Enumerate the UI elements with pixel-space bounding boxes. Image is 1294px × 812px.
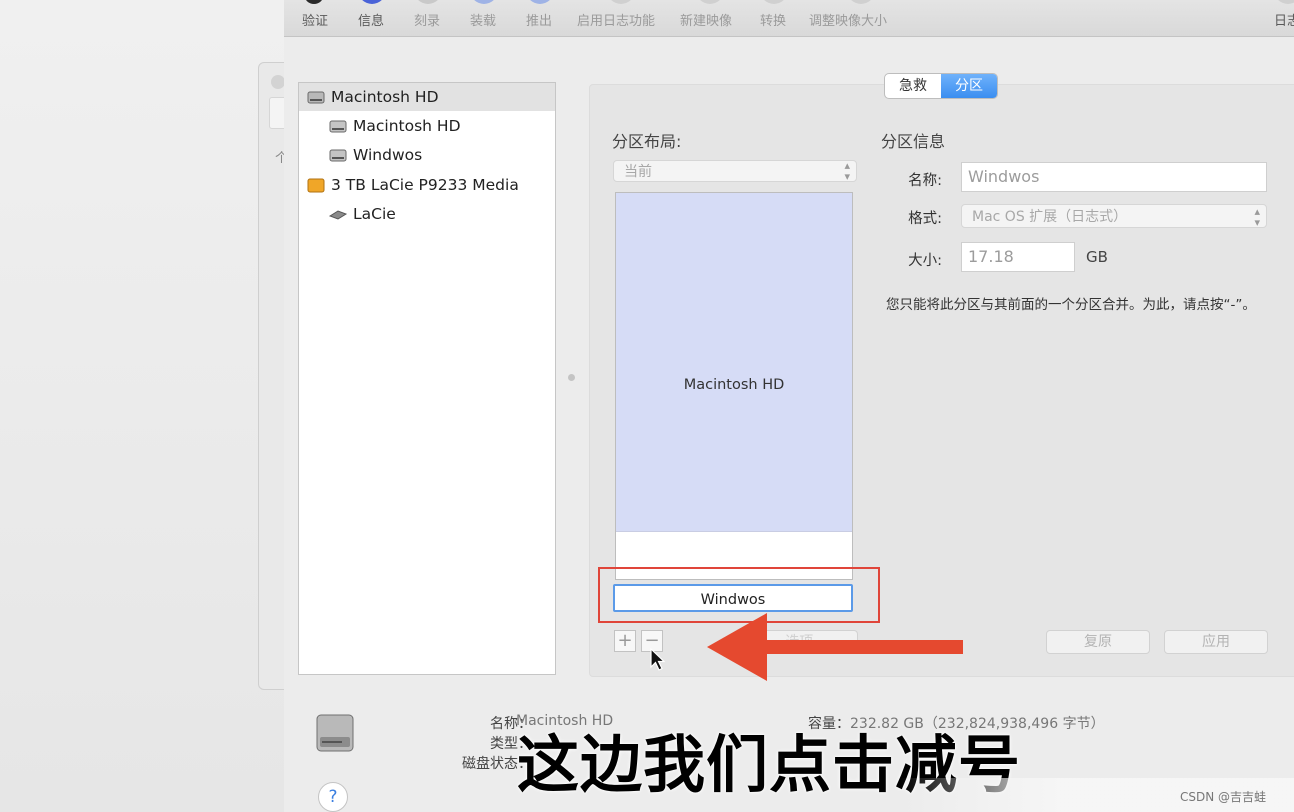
- disk-utility-window: 验证 信息 刻录 装载 推出 启用日志功能 新建映像 转换 调整映像大小 日志 …: [284, 0, 1294, 812]
- desktop-background: [0, 0, 284, 812]
- popup-arrows-icon: ▴ ▾: [1254, 205, 1260, 229]
- format-label: 格式:: [908, 211, 942, 227]
- split-view-handle[interactable]: [568, 374, 575, 381]
- partition-help-text: 您只能将此分区与其前面的一个分区合并。为此，请点按“-”。: [886, 297, 1256, 313]
- partition-layout-title: 分区布局:: [612, 132, 682, 151]
- journal-icon: [607, 0, 635, 4]
- toolbar: 验证 信息 刻录 装载 推出 启用日志功能 新建映像 转换 调整映像大小 日志: [284, 0, 1294, 37]
- sidebar-item-label: Windwos: [353, 146, 423, 164]
- mount-icon: [470, 0, 498, 4]
- popup-arrows-icon: ▴ ▾: [844, 159, 850, 183]
- sidebar-item-lacie-disk[interactable]: 3 TB LaCie P9233 Media: [299, 171, 555, 199]
- resize-image-icon: [847, 0, 875, 4]
- tab-bar: 急救 分区: [884, 73, 998, 99]
- sidebar-item-label: LaCie: [353, 205, 396, 223]
- sidebar-item-lacie-volume[interactable]: LaCie: [299, 200, 555, 228]
- external-volume-icon: [329, 210, 347, 220]
- mouse-cursor-icon: [650, 648, 666, 671]
- tab-first-aid[interactable]: 急救: [885, 74, 941, 98]
- burn-icon: [414, 0, 442, 4]
- size-unit: GB: [1086, 248, 1108, 266]
- size-label: 大小:: [908, 253, 942, 269]
- name-label: 名称:: [908, 173, 942, 189]
- add-partition-button[interactable]: +: [614, 630, 636, 652]
- tab-partition[interactable]: 分区: [941, 74, 997, 98]
- sidebar-item-windwos[interactable]: Windwos: [299, 141, 555, 169]
- toolbar-label: 日志: [1274, 14, 1294, 29]
- toolbar-label: 装载: [470, 14, 497, 29]
- info-icon: [358, 0, 386, 4]
- sidebar-item-label: Macintosh HD: [353, 117, 461, 135]
- toolbar-label: 刻录: [414, 14, 441, 29]
- red-arrow-head: [707, 613, 767, 681]
- hard-drive-icon: [316, 714, 354, 752]
- partition-size-field[interactable]: 17.18: [961, 242, 1075, 272]
- partition-block-macintosh-hd[interactable]: Macintosh HD: [616, 193, 852, 532]
- partition-info-title: 分区信息: [881, 132, 946, 151]
- convert-icon: [760, 0, 788, 4]
- toolbar-label: 调整映像大小: [809, 14, 888, 29]
- toolbar-label: 新建映像: [680, 14, 733, 29]
- watermark: CSDN @吉吉蛙: [1180, 790, 1267, 804]
- toolbar-label: 推出: [526, 14, 553, 29]
- external-disk-icon: [307, 178, 325, 193]
- partition-scheme-value: 当前: [624, 164, 652, 180]
- toolbar-label: 验证: [302, 14, 329, 29]
- partition-map: Macintosh HD: [615, 192, 853, 580]
- sidebar-item-macintosh-hd-volume[interactable]: Macintosh HD: [299, 112, 555, 140]
- volume-icon: [329, 120, 347, 133]
- volume-icon: [329, 149, 347, 162]
- sidebar-item-macintosh-hd-disk[interactable]: Macintosh HD: [299, 83, 555, 111]
- toolbar-label: 转换: [760, 14, 787, 29]
- partition-scheme-popup[interactable]: 当前 ▴ ▾: [613, 160, 857, 182]
- sidebar-item-label: 3 TB LaCie P9233 Media: [331, 176, 519, 194]
- internal-disk-icon: [307, 91, 325, 104]
- eject-icon: [526, 0, 554, 4]
- partition-name-field[interactable]: Windwos: [961, 162, 1267, 192]
- new-image-icon: [696, 0, 724, 4]
- format-popup[interactable]: Mac OS 扩展（日志式） ▴ ▾: [961, 204, 1267, 228]
- revert-button[interactable]: 复原: [1046, 630, 1150, 654]
- disk-list: Macintosh HD Macintosh HD Windwos 3 TB L…: [298, 82, 556, 675]
- partition-block-label: Macintosh HD: [683, 377, 785, 393]
- sidebar-item-label: Macintosh HD: [331, 88, 439, 106]
- toolbar-label: 信息: [358, 14, 385, 29]
- verify-icon: [304, 0, 324, 4]
- toolbar-label: 启用日志功能: [577, 14, 656, 29]
- format-value: Mac OS 扩展（日志式）: [972, 209, 1128, 225]
- log-icon: [1274, 0, 1294, 4]
- window-button[interactable]: [271, 75, 285, 89]
- red-arrow: [760, 640, 963, 654]
- apply-button[interactable]: 应用: [1164, 630, 1268, 654]
- help-button[interactable]: ?: [318, 782, 348, 812]
